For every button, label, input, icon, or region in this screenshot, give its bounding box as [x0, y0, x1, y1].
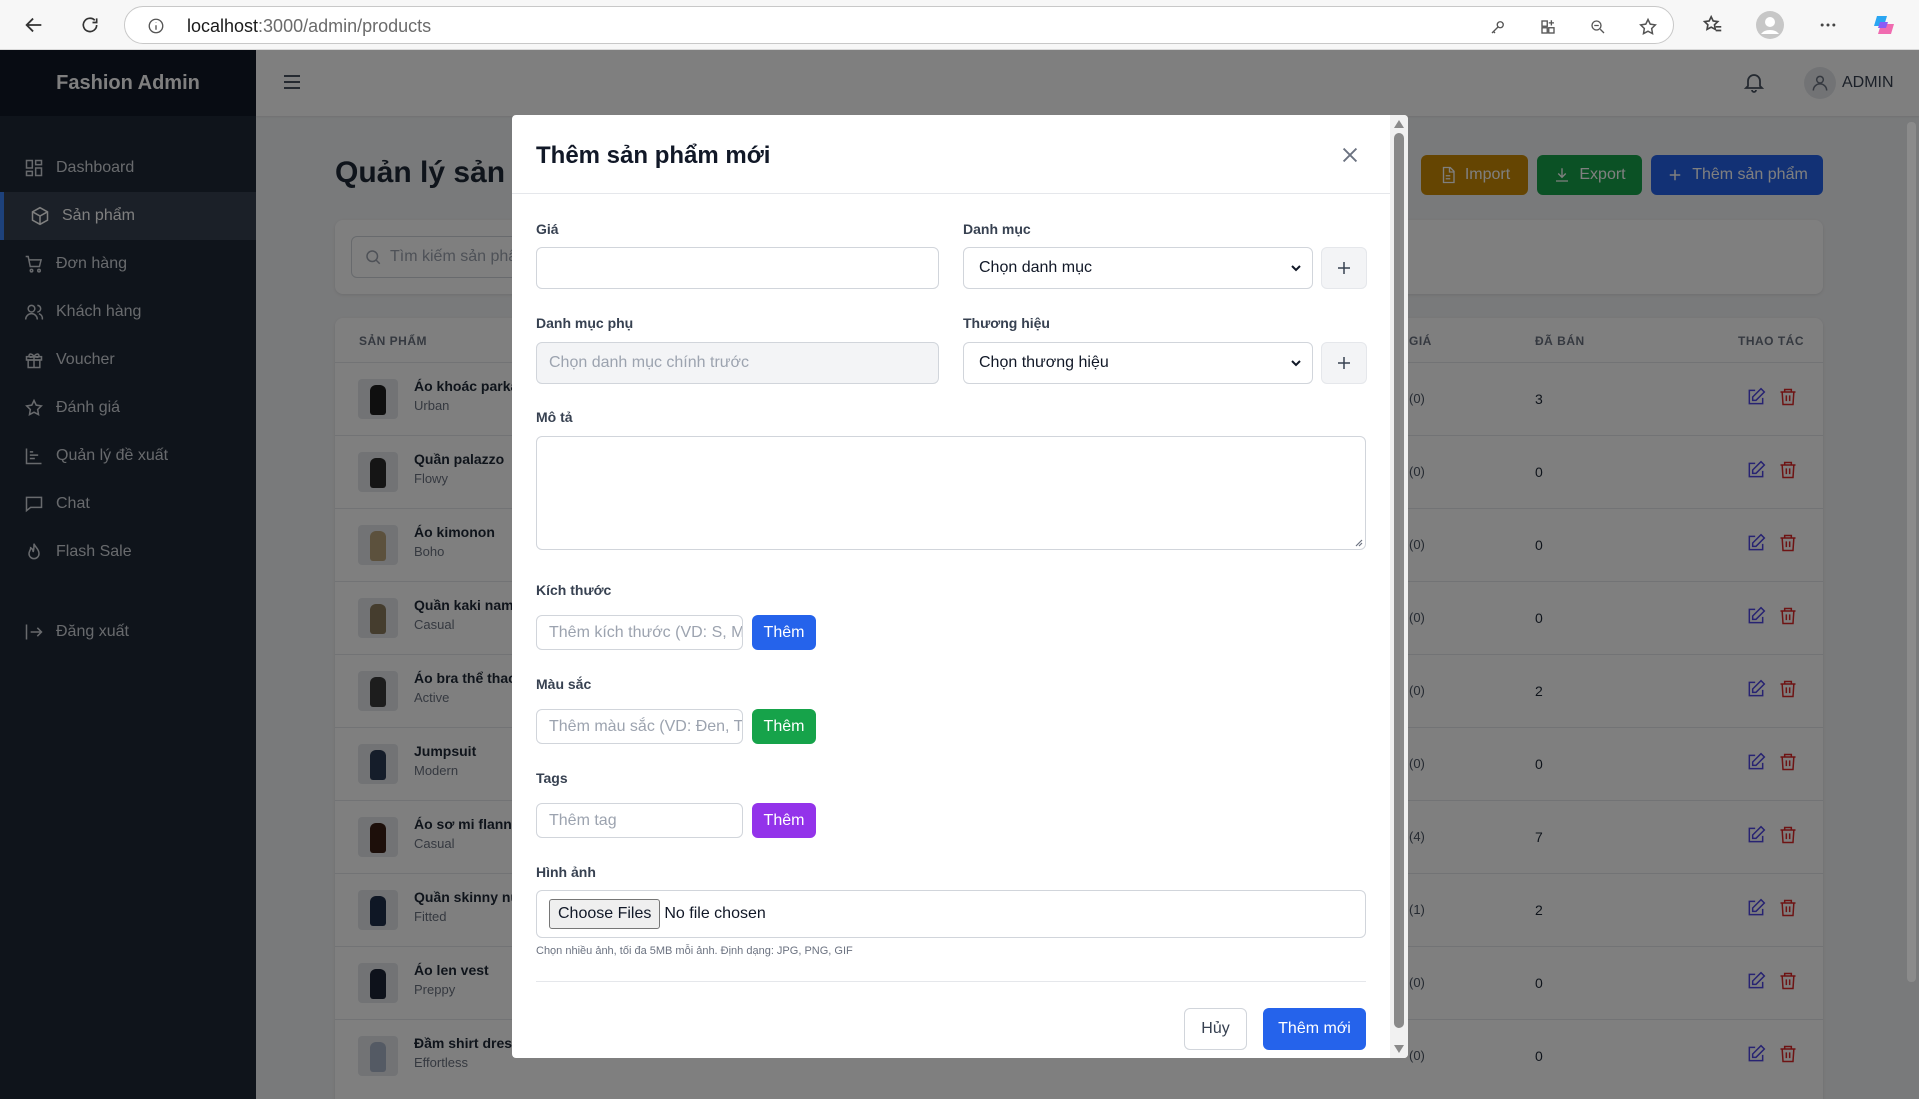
size-placeholder: Thêm kích thước (VD: S, M: [549, 623, 743, 641]
image-file-input[interactable]: Choose Files No file chosen: [536, 890, 1366, 938]
close-icon[interactable]: [1339, 144, 1361, 171]
image-label: Hình ảnh: [536, 864, 596, 880]
browser-toolbar: localhost:3000/admin/products: [0, 0, 1919, 50]
size-label: Kích thước: [536, 582, 612, 598]
file-status: No file chosen: [664, 905, 766, 922]
scroll-down-arrow-icon[interactable]: [1394, 1045, 1404, 1053]
site-info-icon[interactable]: [147, 17, 165, 40]
url-path: :3000/admin/products: [258, 16, 432, 36]
page-scrollbar[interactable]: [1903, 80, 1919, 1099]
add-tag-label: Thêm: [763, 811, 805, 829]
color-placeholder: Thêm màu sắc (VD: Đen, T: [549, 717, 743, 735]
choose-files-button[interactable]: Choose Files: [549, 899, 661, 929]
address-bar[interactable]: localhost:3000/admin/products: [124, 6, 1674, 44]
description-label: Mô tả: [536, 409, 573, 425]
tag-input[interactable]: Thêm tag: [536, 803, 743, 838]
zoom-out-icon[interactable]: [1587, 16, 1609, 38]
tag-placeholder: Thêm tag: [549, 811, 617, 829]
resize-grip-icon[interactable]: [1353, 537, 1363, 547]
add-tag-button[interactable]: Thêm: [752, 803, 816, 838]
add-size-button[interactable]: Thêm: [752, 615, 816, 650]
add-product-modal: Thêm sản phẩm mới Giá Danh mục Chọn danh…: [512, 115, 1408, 1058]
chevron-down-icon: [1291, 265, 1301, 272]
modal-footer-divider: [536, 981, 1366, 982]
plus-icon: [1338, 357, 1350, 369]
chevron-down-icon: [1291, 360, 1301, 367]
color-input[interactable]: Thêm màu sắc (VD: Đen, T: [536, 709, 743, 744]
copilot-icon[interactable]: [1868, 9, 1900, 41]
add-brand-button[interactable]: [1321, 342, 1367, 384]
brand-select[interactable]: Chọn thương hiệu: [963, 342, 1313, 384]
more-options-icon[interactable]: [1812, 9, 1844, 41]
add-color-button[interactable]: Thêm: [752, 709, 816, 744]
cancel-button[interactable]: Hủy: [1184, 1008, 1247, 1050]
modal-header-divider: [512, 193, 1390, 194]
add-color-label: Thêm: [763, 717, 805, 735]
price-input[interactable]: [536, 247, 939, 289]
favorite-star-icon[interactable]: [1637, 16, 1659, 38]
brand-selected-value: Chọn thương hiệu: [979, 354, 1109, 371]
add-category-button[interactable]: [1321, 247, 1367, 289]
category-selected-value: Chọn danh mục: [979, 259, 1092, 276]
subcategory-placeholder: Chọn danh mục chính trước: [549, 354, 749, 371]
key-icon[interactable]: [1487, 16, 1509, 38]
file-hint: Chọn nhiều ảnh, tối đa 5MB mỗi ảnh. Định…: [536, 945, 853, 957]
description-textarea[interactable]: [536, 436, 1366, 550]
add-size-label: Thêm: [763, 623, 805, 641]
subcategory-label: Danh mục phụ: [536, 315, 634, 331]
reload-icon[interactable]: [74, 9, 106, 41]
app-available-icon[interactable]: [1537, 16, 1559, 38]
brand-label: Thương hiệu: [963, 315, 1050, 331]
favorites-icon[interactable]: [1697, 9, 1729, 41]
url-text: localhost:3000/admin/products: [187, 16, 431, 37]
back-icon[interactable]: [18, 9, 50, 41]
profile-icon[interactable]: [1754, 9, 1786, 41]
price-label: Giá: [536, 221, 559, 237]
plus-icon: [1338, 262, 1350, 274]
scroll-up-arrow-icon[interactable]: [1394, 120, 1404, 128]
color-label: Màu sắc: [536, 676, 592, 692]
subcategory-select[interactable]: Chọn danh mục chính trước: [536, 342, 939, 384]
size-input[interactable]: Thêm kích thước (VD: S, M: [536, 615, 743, 650]
url-host: localhost: [187, 16, 259, 36]
category-select[interactable]: Chọn danh mục: [963, 247, 1313, 289]
submit-add-button[interactable]: Thêm mới: [1263, 1008, 1366, 1050]
page-scrollbar-thumb[interactable]: [1907, 122, 1916, 982]
modal-scrollbar-thumb[interactable]: [1394, 133, 1404, 1028]
tags-label: Tags: [536, 770, 568, 786]
modal-title: Thêm sản phẩm mới: [536, 142, 771, 169]
category-label: Danh mục: [963, 221, 1031, 237]
modal-scrollbar[interactable]: [1390, 115, 1408, 1058]
